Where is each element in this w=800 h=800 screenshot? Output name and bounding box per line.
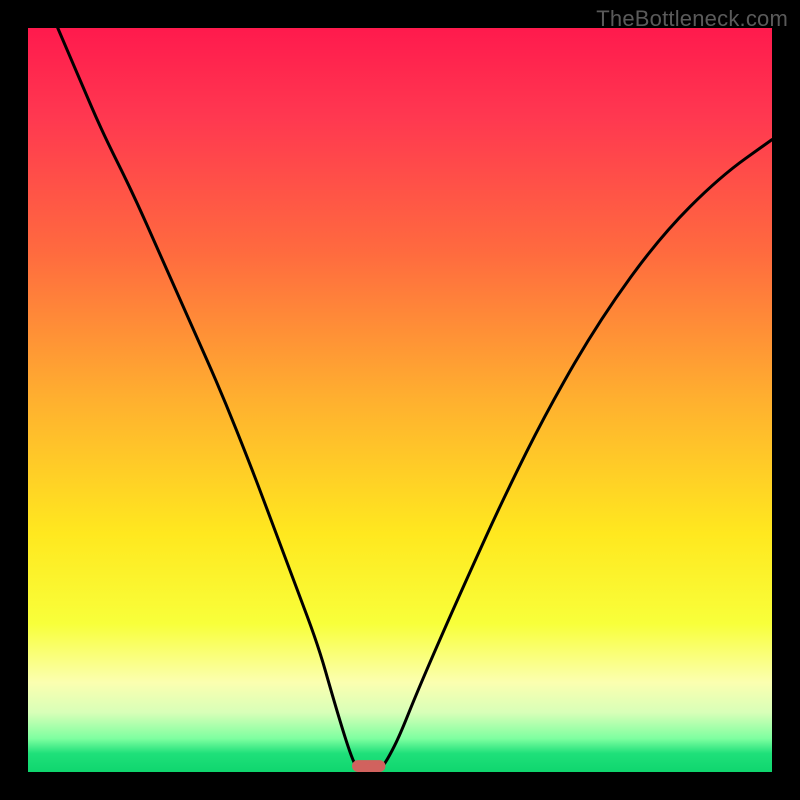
bottleneck-marker xyxy=(352,760,385,772)
chart-svg xyxy=(0,0,800,800)
chart-frame: TheBottleneck.com xyxy=(0,0,800,800)
plot-background xyxy=(28,28,772,772)
watermark-text: TheBottleneck.com xyxy=(596,6,788,32)
